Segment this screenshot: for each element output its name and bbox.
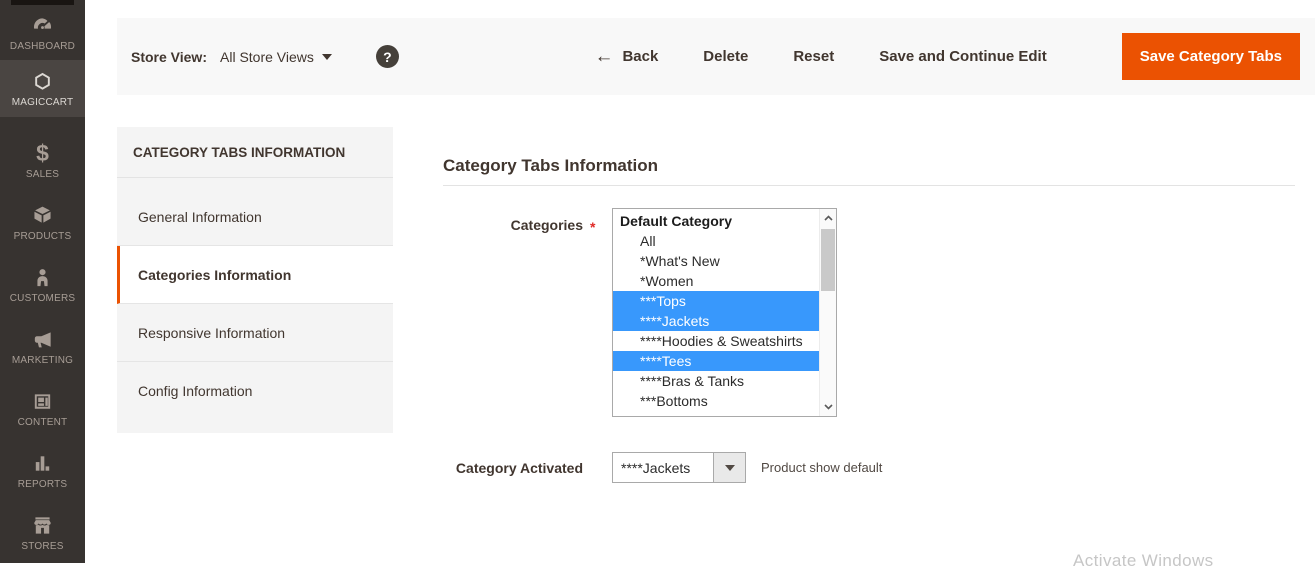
sidebar-item-label: PRODUCTS: [14, 231, 72, 242]
category-option[interactable]: *What's New: [613, 251, 819, 271]
toolbar-buttons: ← Back Delete Reset Save and Continue Ed…: [594, 33, 1300, 80]
main-content: Category Tabs Information Categories * D…: [443, 150, 1295, 483]
select-arrow-button[interactable]: [713, 453, 745, 482]
category-option[interactable]: ****Hoodies & Sweatshirts: [613, 331, 819, 351]
sidebar-item-label: MAGICCART: [12, 97, 74, 108]
category-option[interactable]: ****Bras & Tanks: [613, 371, 819, 391]
categories-form-row: Categories * Default CategoryAll*What's …: [443, 208, 1295, 417]
category-option[interactable]: ****Tees: [613, 351, 819, 371]
save-category-tabs-button[interactable]: Save Category Tabs: [1122, 33, 1300, 80]
sidebar-item-label: DASHBOARD: [10, 41, 75, 52]
back-button[interactable]: ← Back: [594, 48, 658, 65]
store-view-switcher[interactable]: All Store Views: [220, 49, 332, 65]
delete-button[interactable]: Delete: [703, 48, 748, 65]
section-nav-header: CATEGORY TABS INFORMATION: [117, 127, 393, 178]
sidebar-item-marketing[interactable]: MARKETING: [0, 316, 85, 378]
category-activated-form-row: Category Activated ****Jackets Product s…: [443, 452, 1295, 483]
products-icon: [31, 204, 54, 227]
sidebar-item-label: SALES: [26, 169, 59, 180]
sales-icon: $: [36, 142, 49, 165]
category-activated-value: ****Jackets: [613, 453, 713, 482]
sidebar-item-dashboard[interactable]: DASHBOARD: [0, 5, 85, 60]
scroll-up-icon[interactable]: [820, 210, 836, 226]
sidebar-item-products[interactable]: PRODUCTS: [0, 192, 85, 254]
back-button-label: Back: [622, 48, 658, 65]
category-option[interactable]: Default Category: [613, 211, 819, 231]
field-note: Product show default: [761, 460, 882, 475]
page-actions-toolbar: Store View: All Store Views ? ← Back Del…: [117, 18, 1315, 95]
store-view-label: Store View:: [131, 49, 207, 65]
section-nav-spacer: [117, 178, 393, 188]
sidebar-item-sales[interactable]: $ SALES: [0, 130, 85, 192]
chevron-down-icon: [725, 465, 735, 471]
dashboard-icon: [31, 14, 54, 37]
sidebar-item-content[interactable]: CONTENT: [0, 378, 85, 440]
category-activated-select[interactable]: ****Jackets: [612, 452, 746, 483]
stores-icon: [31, 514, 54, 537]
store-view-value: All Store Views: [220, 49, 314, 65]
sidebar-item-stores[interactable]: STORES: [0, 502, 85, 564]
sidebar-item-magiccart[interactable]: MAGICCART: [0, 60, 85, 117]
required-asterisk: *: [590, 219, 595, 235]
sidebar-item-label: MARKETING: [12, 355, 73, 366]
nav-item-categories-information[interactable]: Categories Information: [117, 246, 393, 304]
sidebar-item-reports[interactable]: REPORTS: [0, 440, 85, 502]
back-arrow-icon: ←: [594, 49, 613, 64]
admin-sidebar: DASHBOARD MAGICCART $ SALES PRODUCTS CUS…: [0, 0, 85, 563]
category-activated-field-label: Category Activated: [443, 460, 583, 476]
activate-windows-watermark: Activate Windows: [1073, 551, 1214, 571]
content-icon: [31, 390, 54, 413]
scrollbar-thumb[interactable]: [821, 229, 835, 291]
categories-listbox[interactable]: Default CategoryAll*What's New*Women***T…: [612, 208, 837, 417]
listbox-scrollbar[interactable]: [819, 209, 836, 416]
help-icon[interactable]: ?: [376, 45, 399, 68]
marketing-icon: [31, 328, 54, 351]
category-option[interactable]: *Women: [613, 271, 819, 291]
sidebar-spacer: [0, 117, 85, 130]
sidebar-item-customers[interactable]: CUSTOMERS: [0, 254, 85, 316]
scroll-down-icon[interactable]: [820, 399, 836, 415]
category-option[interactable]: ***Tops: [613, 291, 819, 311]
sidebar-item-label: REPORTS: [18, 479, 68, 490]
sidebar-item-label: STORES: [21, 541, 63, 552]
category-option[interactable]: ****Jackets: [613, 311, 819, 331]
reports-icon: [31, 452, 54, 475]
section-nav-panel: CATEGORY TABS INFORMATION General Inform…: [117, 127, 393, 433]
page-title: Category Tabs Information: [443, 150, 1295, 186]
magiccart-icon: [31, 70, 54, 93]
customers-icon: [31, 266, 54, 289]
nav-item-responsive-information[interactable]: Responsive Information: [117, 304, 393, 362]
nav-item-config-information[interactable]: Config Information: [117, 362, 393, 420]
nav-item-general-information[interactable]: General Information: [117, 188, 393, 246]
categories-listbox-options: Default CategoryAll*What's New*Women***T…: [613, 211, 819, 411]
reset-button[interactable]: Reset: [793, 48, 834, 65]
categories-field-label: Categories: [443, 217, 583, 233]
chevron-down-icon: [322, 54, 332, 60]
sidebar-item-label: CUSTOMERS: [10, 293, 76, 304]
category-option[interactable]: ***Bottoms: [613, 391, 819, 411]
save-and-continue-button[interactable]: Save and Continue Edit: [879, 48, 1047, 65]
category-option[interactable]: All: [613, 231, 819, 251]
sidebar-item-label: CONTENT: [18, 417, 68, 428]
